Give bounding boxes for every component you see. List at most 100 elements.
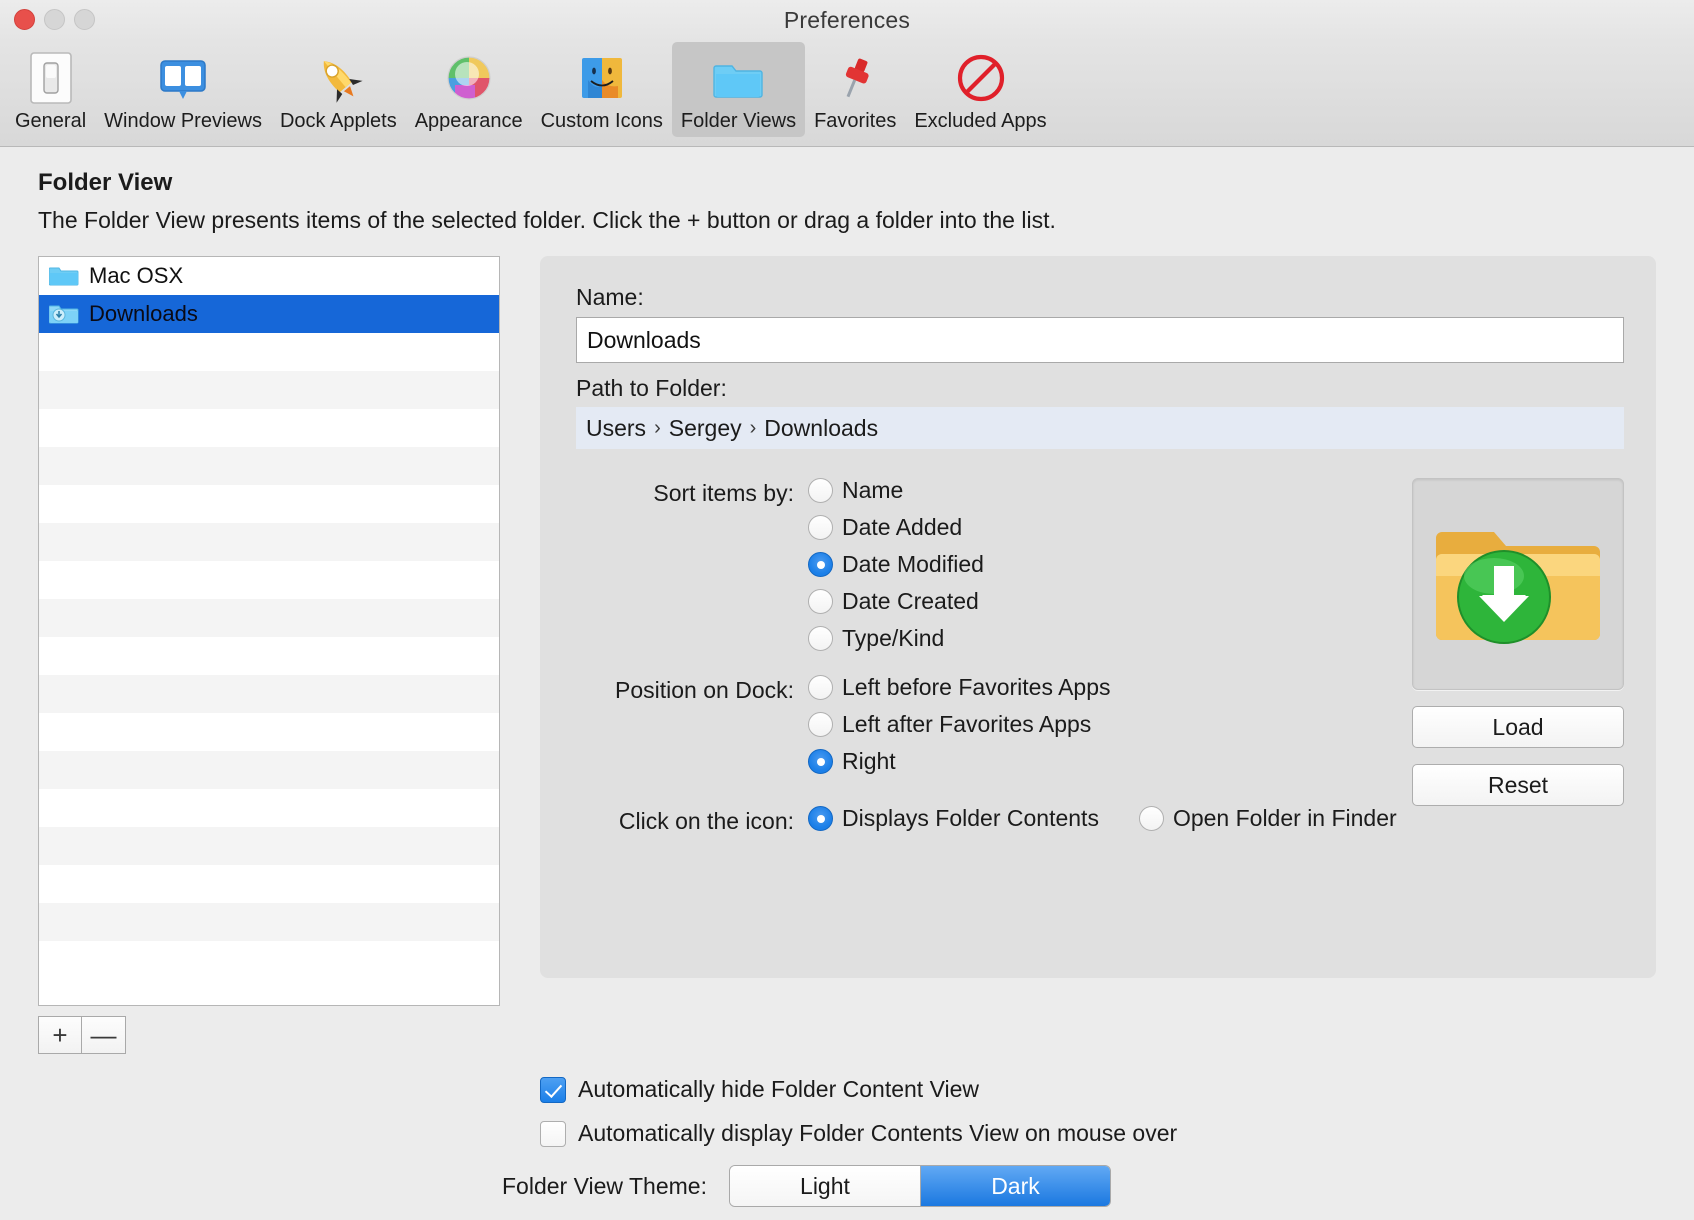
- reset-button[interactable]: Reset: [1412, 764, 1624, 806]
- checkbox-auto-hide-folder-content-view[interactable]: Automatically hide Folder Content View: [540, 1076, 1694, 1103]
- radio-sort-type-kind[interactable]: Type/Kind: [808, 625, 984, 652]
- radio-open-folder-in-finder[interactable]: Open Folder in Finder: [1138, 805, 1397, 832]
- radio-sort-date-modified[interactable]: Date Modified: [808, 551, 984, 578]
- checkbox-auto-display-folder-contents-on-hover[interactable]: Automatically display Folder Contents Vi…: [540, 1120, 1694, 1147]
- list-item[interactable]: [39, 371, 499, 409]
- list-item[interactable]: [39, 751, 499, 789]
- list-item[interactable]: [39, 523, 499, 561]
- downloads-folder-icon: [48, 302, 79, 326]
- bottom-settings: Automatically hide Folder Content View A…: [0, 1054, 1694, 1207]
- toolbar-item-favorites[interactable]: Favorites: [805, 42, 905, 137]
- load-button[interactable]: Load: [1412, 706, 1624, 748]
- no-entry-icon: [950, 47, 1012, 109]
- radio-sort-name[interactable]: Name: [808, 477, 984, 504]
- list-item[interactable]: Mac OSX: [39, 257, 499, 295]
- list-item[interactable]: [39, 789, 499, 827]
- radio-position-left-before[interactable]: Left before Favorites Apps: [808, 674, 1111, 701]
- radio-label: Date Modified: [842, 551, 984, 577]
- radio-label: Left after Favorites Apps: [842, 711, 1092, 737]
- checkbox-indicator: [540, 1076, 566, 1103]
- window-titlebar: Preferences: [0, 0, 1694, 42]
- path-breadcrumb[interactable]: Users › Sergey › Downloads: [576, 407, 1624, 449]
- checkbox-label: Automatically display Folder Contents Vi…: [578, 1120, 1178, 1146]
- breadcrumb-segment: Users: [586, 414, 647, 441]
- theme-option-dark[interactable]: Dark: [919, 1166, 1110, 1206]
- radio-label: Date Added: [842, 514, 963, 540]
- list-item[interactable]: [39, 333, 499, 371]
- radio-indicator: [808, 675, 833, 700]
- radio-label: Date Created: [842, 588, 979, 614]
- folder-detail-section: Name: Path to Folder: Users › Sergey › D…: [540, 256, 1656, 1054]
- radio-indicator: [808, 589, 833, 614]
- radio-position-right[interactable]: Right: [808, 748, 1111, 775]
- toolbar-item-label: Appearance: [414, 110, 523, 132]
- rocket-icon: [307, 47, 369, 109]
- list-item[interactable]: [39, 713, 499, 751]
- radio-label: Right: [842, 748, 896, 774]
- toolbar-item-general[interactable]: General: [6, 42, 95, 137]
- list-toolbar: + —: [38, 1016, 500, 1054]
- list-item[interactable]: [39, 599, 499, 637]
- preferences-toolbar: General Window Previews Dock Applets App…: [0, 42, 1694, 147]
- folder-view-theme-segmented-control[interactable]: Light Dark: [728, 1165, 1111, 1207]
- radio-displays-folder-contents[interactable]: Displays Folder Contents: [808, 805, 1099, 832]
- list-item-label: Mac OSX: [89, 263, 184, 288]
- color-ball-icon: [438, 47, 500, 109]
- folder-list[interactable]: Mac OSX Downloads: [38, 256, 500, 1006]
- toolbar-item-label: Window Previews: [104, 110, 262, 132]
- radio-label: Displays Folder Contents: [842, 805, 1099, 831]
- preferences-content: Folder View The Folder View presents ite…: [0, 147, 1694, 1220]
- list-item[interactable]: [39, 409, 499, 447]
- remove-folder-button[interactable]: —: [82, 1016, 126, 1054]
- icon-preview-well[interactable]: [1412, 478, 1624, 690]
- theme-option-light[interactable]: Light: [729, 1166, 920, 1206]
- radio-indicator: [808, 626, 833, 651]
- window-title: Preferences: [783, 7, 911, 33]
- list-item[interactable]: [39, 485, 499, 523]
- list-item[interactable]: [39, 561, 499, 599]
- path-label: Path to Folder:: [576, 375, 727, 401]
- folder-list-section: Mac OSX Downloads + —: [38, 256, 500, 1054]
- page-description: The Folder View presents items of the se…: [38, 207, 1056, 233]
- toolbar-item-label: Favorites: [814, 110, 897, 132]
- list-item[interactable]: [39, 675, 499, 713]
- click-action-row: Click on the icon: Displays Folder Conte…: [576, 805, 1624, 835]
- checkbox-label: Automatically hide Folder Content View: [578, 1076, 980, 1102]
- folder-detail-panel: Name: Path to Folder: Users › Sergey › D…: [540, 256, 1656, 978]
- icon-preview-section: Load Reset: [1412, 478, 1624, 806]
- radio-sort-date-added[interactable]: Date Added: [808, 514, 984, 541]
- list-item[interactable]: [39, 941, 499, 979]
- toolbar-item-custom-icons[interactable]: Custom Icons: [532, 42, 672, 137]
- radio-indicator: [808, 806, 833, 831]
- list-item[interactable]: [39, 827, 499, 865]
- list-item[interactable]: [39, 447, 499, 485]
- radio-position-left-after[interactable]: Left after Favorites Apps: [808, 711, 1111, 738]
- list-item[interactable]: Downloads: [39, 295, 499, 333]
- click-action-label: Click on the icon:: [618, 808, 794, 834]
- toolbar-item-window-previews[interactable]: Window Previews: [95, 42, 271, 137]
- toolbar-item-label: Excluded Apps: [914, 110, 1047, 132]
- list-item[interactable]: [39, 903, 499, 941]
- name-label: Name:: [576, 284, 644, 310]
- list-item-label: Downloads: [89, 301, 198, 326]
- name-input[interactable]: [576, 317, 1624, 363]
- blue-folder-icon: [707, 47, 769, 109]
- radio-indicator: [808, 712, 833, 737]
- toolbar-item-appearance[interactable]: Appearance: [406, 42, 532, 137]
- list-item[interactable]: [39, 637, 499, 675]
- toolbar-item-label: Dock Applets: [279, 110, 397, 132]
- radio-label: Name: [842, 477, 904, 503]
- click-action-radiogroup: Displays Folder Contents Open Folder in …: [808, 805, 1397, 832]
- toolbar-item-folder-views[interactable]: Folder Views: [671, 42, 806, 137]
- window-preview-icon: [152, 47, 214, 109]
- position-on-dock-radiogroup: Left before Favorites Apps Left after Fa…: [808, 674, 1111, 775]
- radio-indicator: [808, 478, 833, 503]
- list-item[interactable]: [39, 865, 499, 903]
- toolbar-item-excluded-apps[interactable]: Excluded Apps: [905, 42, 1055, 137]
- add-folder-button[interactable]: +: [38, 1016, 82, 1054]
- radio-sort-date-created[interactable]: Date Created: [808, 588, 984, 615]
- chevron-right-icon: ›: [749, 416, 757, 439]
- toolbar-item-dock-applets[interactable]: Dock Applets: [271, 42, 406, 137]
- pushpin-icon: [824, 47, 886, 109]
- blue-folder-icon: [48, 264, 79, 288]
